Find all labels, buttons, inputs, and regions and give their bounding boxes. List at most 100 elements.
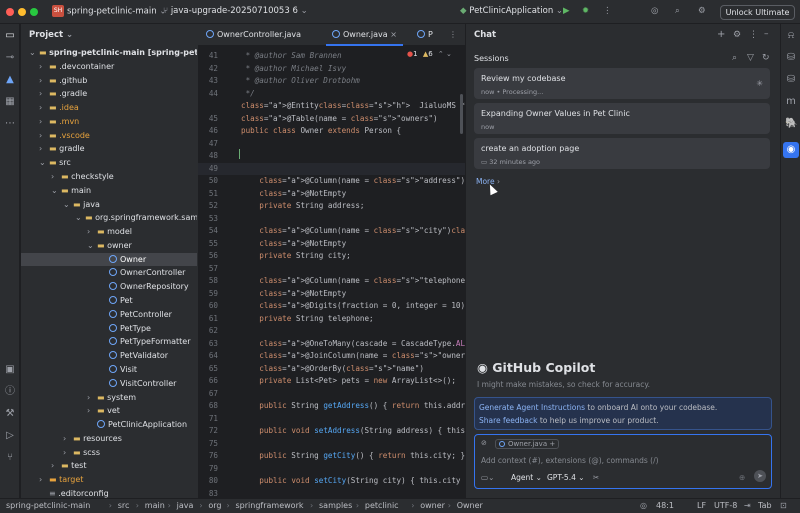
tree-item-folder[interactable]: ⌄ ▬ java [21,198,197,212]
tree-item-folder[interactable]: › ▬ vet [21,404,197,418]
tree-item-folder[interactable]: › ▬ gradle [21,142,197,156]
tree-item-class[interactable]: Visit [21,363,197,377]
share-feedback-link[interactable]: Share feedback [479,416,537,425]
folder-icon[interactable]: ▭ [4,30,16,42]
code-line[interactable]: 56 private String city; [198,250,465,263]
window-controls[interactable] [6,8,42,18]
chevron-right-icon[interactable]: › [87,404,97,418]
code-line[interactable]: 50 class="a">@Column(name = class="s">"a… [198,175,465,188]
tree-item-folder[interactable]: › ▬ .mvn [21,115,197,129]
tree-item-class[interactable]: PetType [21,322,197,336]
chevron-right-icon[interactable]: › [87,391,97,405]
generate-instructions-link[interactable]: Generate Agent Instructions [479,403,585,412]
minimize-window-button[interactable] [18,8,26,16]
breadcrumb-item[interactable]: springframework [236,499,304,513]
code-line[interactable]: 65 class="a">@OrderBy(class="s">"name") [198,363,465,376]
chevron-down-icon[interactable]: ⌄ [63,198,73,212]
breadcrumb-item[interactable]: org [208,499,221,513]
more-options-icon[interactable]: ⋮ [749,30,758,40]
more-tabs-icon[interactable]: ⋮ [443,24,463,46]
tree-item-folder[interactable]: ⌄▬ org.springframework.samples [21,211,197,225]
tree-item-folder[interactable]: ⌄ ▬ owner [21,239,197,253]
code-line[interactable]: 62 [198,325,465,338]
tree-item-class[interactable]: Owner [21,252,197,267]
minimize-icon[interactable]: – [764,29,769,39]
code-line[interactable]: 55 class="a">@NotEmpty [198,238,465,251]
breadcrumb-item[interactable]: petclinic [365,499,399,513]
chevron-right-icon[interactable]: › [39,74,49,88]
tree-item-folder[interactable]: › ▬ resources [21,432,197,446]
tab-truncated[interactable]: P [411,24,439,46]
new-chat-icon[interactable]: + [717,29,725,40]
caret-position[interactable]: 48:1 [656,499,674,513]
tree-item-folder[interactable]: › ▬ .devcontainer [21,60,197,74]
search-icon[interactable]: ⌕ [675,6,680,16]
ai-assistant-icon[interactable]: ▲ [4,74,16,86]
refresh-icon[interactable]: ↻ [762,53,770,63]
tree-item-class[interactable]: OwnerController [21,266,197,280]
code-line[interactable]: 44 */ [198,88,465,101]
chevron-down-icon[interactable]: ⌄ [75,211,85,225]
tree-item-class[interactable]: PetTypeFormatter [21,335,197,349]
lock-icon[interactable]: ⊡ [780,499,787,513]
tree-item-folder[interactable]: ⌄▬ spring-petclinic-main [spring-petclin… [21,46,197,60]
tree-item-folder[interactable]: › ▬ system [21,391,197,405]
chat-input-box[interactable]: ⊘ Owner.java + Add context (#), extensio… [474,434,772,489]
code-line[interactable]: 68 public String getAddress() { return t… [198,400,465,413]
chevron-right-icon[interactable]: › [39,473,49,487]
services-icon[interactable]: ⚒ [4,408,16,420]
code-line[interactable]: 66 private List<Pet> pets = new ArrayLis… [198,375,465,388]
line-separator[interactable]: LF [697,499,706,513]
tree-item-class[interactable]: OwnerRepository [21,280,197,294]
code-line[interactable]: 41 * @author Sam Brannen [198,50,465,63]
code-line[interactable]: 67 [198,388,465,401]
breadcrumb-item[interactable]: spring-petclinic-main [6,499,90,513]
tree-item-class[interactable]: PetValidator [21,349,197,363]
chevron-down-icon[interactable]: ⌄ [87,239,97,253]
breadcrumb-item[interactable]: main [145,499,165,513]
code-line[interactable]: 51 class="a">@NotEmpty [198,188,465,201]
gear-icon[interactable]: ⚙ [698,6,706,16]
tree-item-folder[interactable]: › ▬ scss [21,446,197,460]
breadcrumb-item[interactable]: samples [319,499,352,513]
git-icon[interactable]: ⑂ [4,452,16,464]
chevron-down-icon[interactable]: ⌄ [29,46,39,60]
branch-switcher[interactable]: ⑂ java-upgrade-20250710053 6 ⌄ [163,6,308,16]
tab-owner[interactable]: Owner.java × [326,24,403,46]
chevron-right-icon[interactable]: › [63,446,73,460]
chevron-right-icon[interactable]: › [51,170,61,184]
copilot-chat-icon[interactable]: ◉ [783,142,799,158]
breadcrumb-item[interactable]: Owner [457,499,483,513]
commit-icon[interactable]: ⊸ [4,52,16,64]
breadcrumb-item[interactable]: owner [420,499,445,513]
problems-icon[interactable]: ⓘ [4,386,16,398]
structure-icon[interactable]: ▦ [4,96,16,108]
tree-item-folder[interactable]: › ▬ .gradle [21,87,197,101]
model-selector[interactable]: GPT-5.4 ⌄ [547,473,585,482]
chevron-right-icon[interactable]: › [63,432,73,446]
attach-file-icon[interactable]: ⊕ [739,473,745,482]
tree-item-class[interactable]: Pet [21,294,197,308]
tree-item-folder[interactable]: › ▬ test [21,459,197,473]
code-line[interactable]: 59 class="a">@NotEmpty [198,288,465,301]
database-icon[interactable]: ⛁ [785,74,797,86]
tree-item-folder[interactable]: › ▬ .github [21,74,197,88]
more-actions-icon[interactable]: ⋮ [603,6,612,16]
session-card[interactable]: Review my codebase now • Processing... ✳ [474,68,770,99]
tree-item-class[interactable]: VisitController [21,377,197,391]
chevron-right-icon[interactable]: › [51,459,61,473]
tools-icon[interactable]: ✂ [593,473,599,482]
tree-item-folder[interactable]: › ▬ target [21,473,197,487]
debug-icon[interactable]: ✹ [582,6,589,16]
code-line[interactable]: 75 [198,438,465,451]
chevron-right-icon[interactable]: › [39,101,49,115]
mode-selector[interactable]: Agent ⌄ [511,473,542,482]
code-line[interactable]: 57 [198,263,465,276]
zoom-window-button[interactable] [30,8,38,16]
chevron-right-icon[interactable]: › [39,142,49,156]
code-line[interactable]: 46 public class Owner extends Person { [198,125,465,138]
chevron-right-icon[interactable]: › [39,115,49,129]
tree-item-folder[interactable]: ⌄ ▬ main [21,184,197,198]
breadcrumb-item[interactable]: java [177,499,194,513]
tab-ownercontroller[interactable]: OwnerController.java [200,24,307,46]
